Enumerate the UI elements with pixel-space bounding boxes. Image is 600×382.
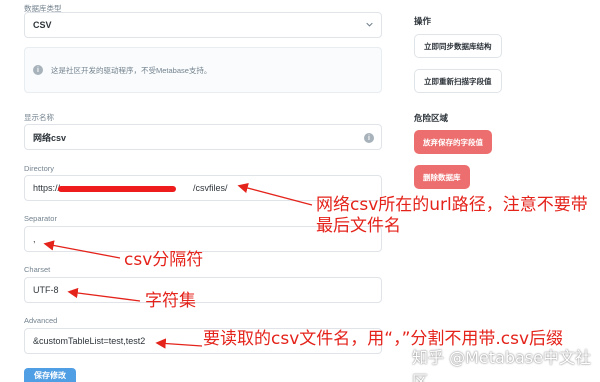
directory-arrow [237, 182, 313, 206]
charset-annotation: 字符集 [145, 291, 196, 311]
charset-arrow [67, 287, 141, 302]
separator-annotation: csv分隔符 [124, 250, 204, 270]
directory-annotation: 网络csv所在的url路径，注意不要带最后文件名 [316, 195, 588, 236]
watermark: 知乎 @Metabase中文社区 [412, 348, 591, 382]
annotation-arrows [43, 182, 313, 349]
advanced-arrow [155, 338, 203, 349]
separator-arrow [43, 240, 121, 259]
